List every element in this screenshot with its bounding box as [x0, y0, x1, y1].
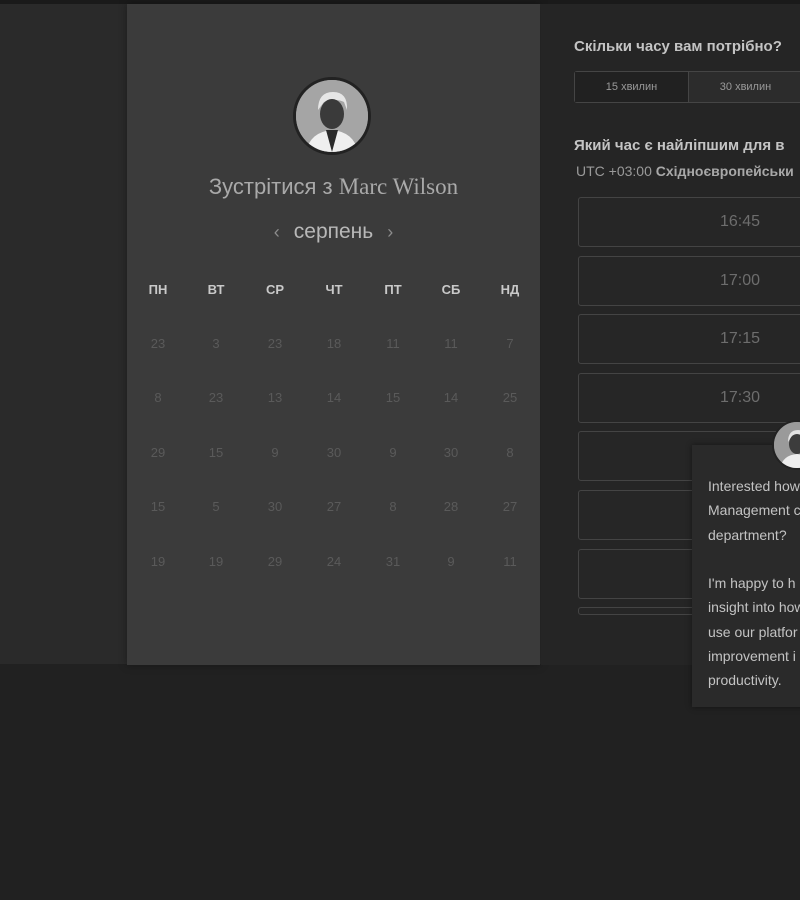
weekday-header: СБ — [441, 282, 461, 297]
calendar-day[interactable]: 25 — [488, 390, 532, 405]
calendar-day[interactable]: 15 — [136, 499, 180, 514]
calendar-day[interactable]: 11 — [429, 336, 473, 351]
calendar-day[interactable]: 27 — [488, 499, 532, 514]
calendar-day[interactable]: 5 — [194, 499, 238, 514]
calendar-day[interactable]: 7 — [488, 336, 532, 351]
calendar-day[interactable]: 30 — [429, 445, 473, 460]
time-slot-label: 17:30 — [720, 389, 761, 406]
duration-selector: 15 хвилин 30 хвилин — [574, 71, 800, 103]
time-slot[interactable]: 16:45 — [578, 197, 800, 247]
weekday-header: НД — [500, 282, 520, 297]
calendar-day[interactable]: 11 — [488, 554, 532, 569]
host-avatar — [293, 77, 371, 155]
calendar-day[interactable]: 3 — [194, 336, 238, 351]
person-photo-icon — [296, 80, 368, 152]
calendar-day[interactable]: 30 — [253, 499, 297, 514]
calendar-day[interactable]: 19 — [136, 554, 180, 569]
calendar-day[interactable]: 15 — [371, 390, 415, 405]
calendar-day[interactable]: 30 — [312, 445, 356, 460]
timezone-offset: UTC +03:00 — [576, 163, 652, 179]
duration-30-button[interactable]: 30 хвилин — [688, 72, 800, 102]
calendar-day[interactable]: 13 — [253, 390, 297, 405]
time-slot[interactable]: 17:00 — [578, 256, 800, 306]
chat-popup[interactable]: Interested how Management c department? … — [692, 445, 800, 707]
month-navigation: ‹ серпень › — [127, 220, 540, 244]
calendar-day[interactable]: 28 — [429, 499, 473, 514]
chat-message: Interested how Management c department? … — [708, 478, 800, 689]
calendar-day[interactable]: 23 — [253, 336, 297, 351]
person-photo-icon — [774, 422, 800, 468]
duration-heading: Скільки часу вам потрібно? — [574, 38, 782, 55]
calendar-day[interactable]: 23 — [194, 390, 238, 405]
timezone-name: Східноєвропейськи — [655, 163, 794, 179]
calendar-day[interactable]: 9 — [253, 445, 297, 460]
calendar-day[interactable]: 8 — [136, 390, 180, 405]
duration-15-button[interactable]: 15 хвилин — [575, 72, 688, 102]
weekday-header: ПН — [148, 282, 168, 297]
time-slot[interactable]: 17:15 — [578, 314, 800, 364]
month-label: серпень — [293, 220, 374, 243]
time-slot-label: 17:15 — [720, 330, 761, 347]
chevron-left-icon[interactable]: ‹ — [260, 222, 294, 242]
calendar-day[interactable]: 9 — [371, 445, 415, 460]
calendar-day[interactable]: 18 — [312, 336, 356, 351]
chevron-right-icon[interactable]: › — [373, 222, 407, 242]
calendar-day[interactable]: 15 — [194, 445, 238, 460]
title-prefix: Зустрітися з — [208, 174, 333, 199]
calendar-day[interactable]: 8 — [488, 445, 532, 460]
time-slot-label: 17:00 — [720, 272, 761, 289]
calendar-day[interactable]: 19 — [194, 554, 238, 569]
weekday-header: ПТ — [384, 282, 402, 297]
time-heading: Який час є найліпшим для в — [574, 137, 785, 154]
weekday-header: ВТ — [207, 282, 225, 297]
weekday-header: СР — [265, 282, 285, 297]
meeting-title: Зустрітися з Marc Wilson — [127, 174, 540, 200]
host-name: Marc Wilson — [338, 174, 459, 199]
calendar-day[interactable]: 14 — [312, 390, 356, 405]
weekday-header: ЧТ — [325, 282, 343, 297]
calendar-day[interactable]: 11 — [371, 336, 415, 351]
calendar-day[interactable]: 27 — [312, 499, 356, 514]
calendar-day[interactable]: 29 — [136, 445, 180, 460]
time-slot-label: 16:45 — [720, 213, 761, 230]
calendar-day[interactable]: 8 — [371, 499, 415, 514]
calendar-day[interactable]: 24 — [312, 554, 356, 569]
calendar-day[interactable]: 29 — [253, 554, 297, 569]
timezone-label: UTC +03:00 Східноєвропейськи — [576, 163, 794, 179]
calendar-day[interactable]: 9 — [429, 554, 473, 569]
calendar-day[interactable]: 14 — [429, 390, 473, 405]
calendar-day[interactable]: 23 — [136, 336, 180, 351]
time-slot[interactable]: 17:30 — [578, 373, 800, 423]
calendar-day[interactable]: 31 — [371, 554, 415, 569]
